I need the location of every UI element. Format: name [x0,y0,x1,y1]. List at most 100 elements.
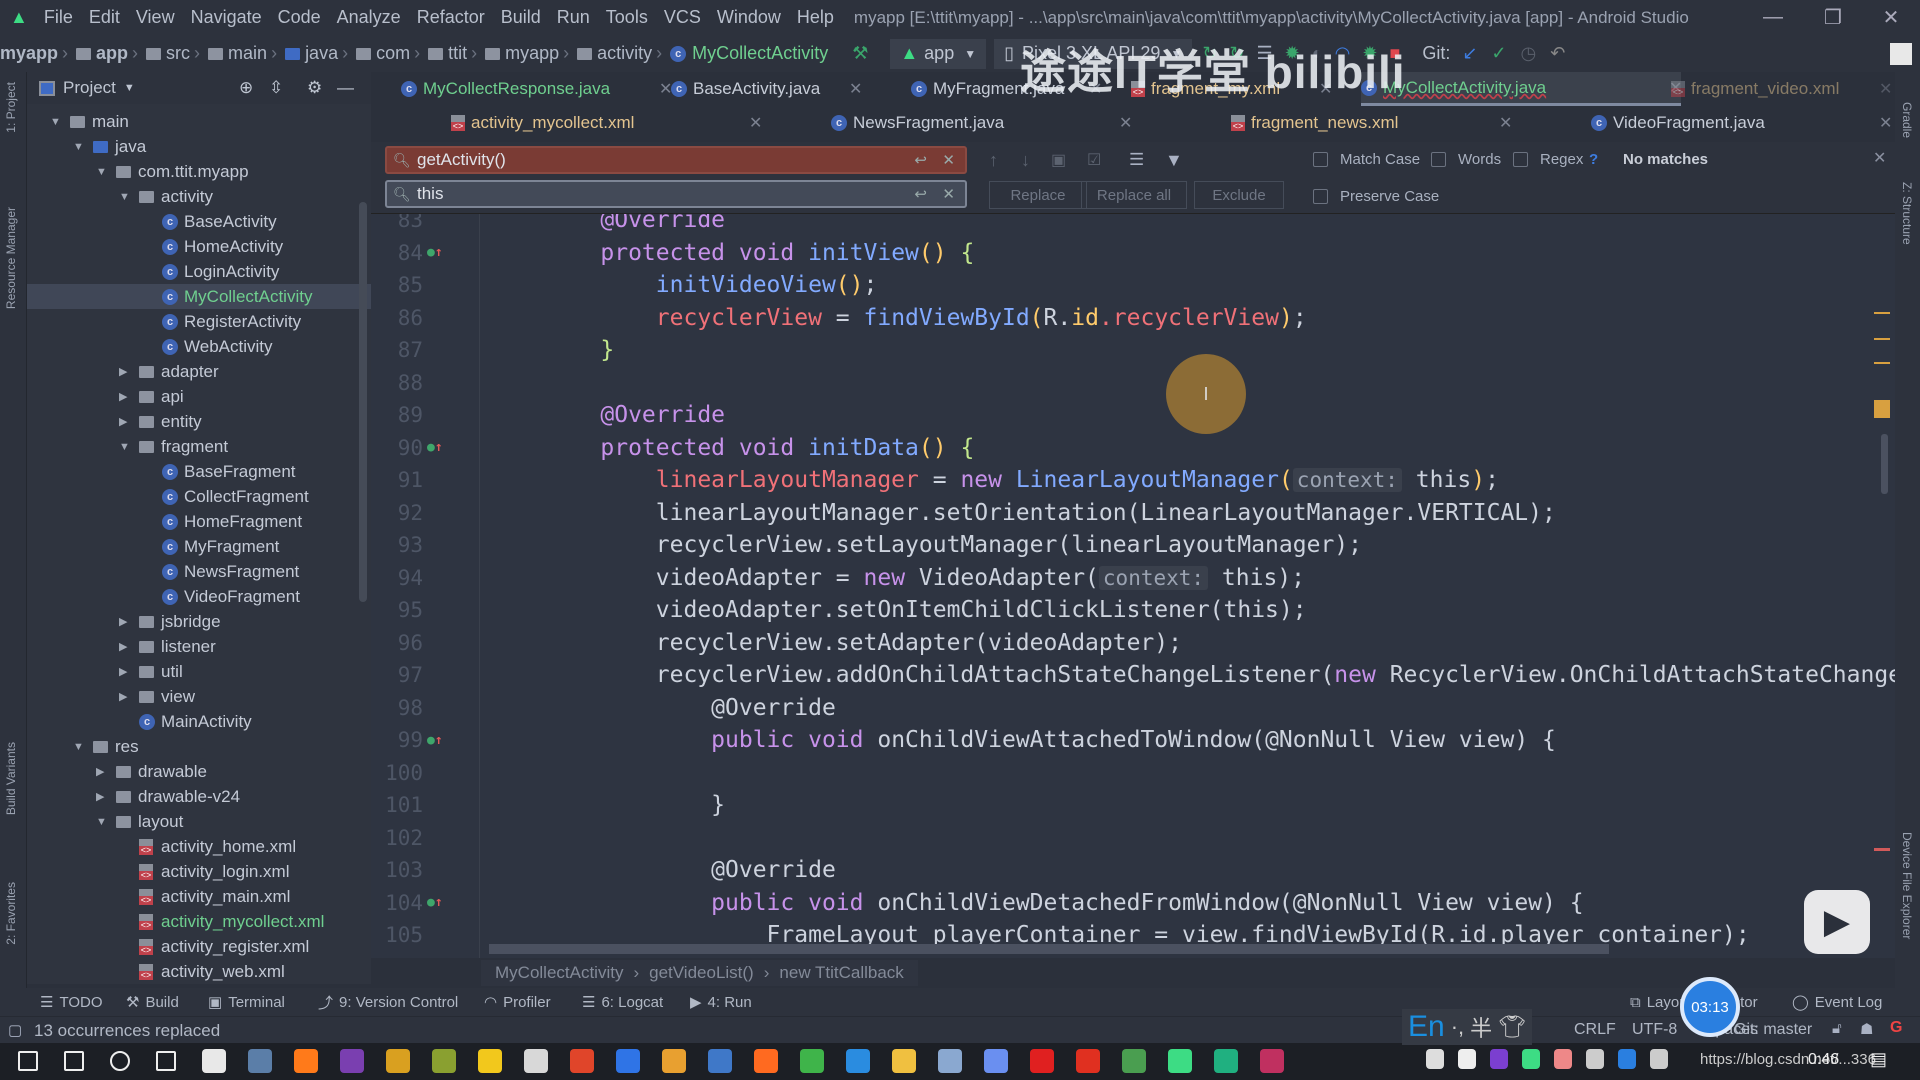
ime-punctuation[interactable]: ·, [1451,1014,1464,1040]
battery-icon[interactable] [1650,1049,1668,1069]
close-tab-icon[interactable]: ✕ [749,113,762,133]
onenote-icon[interactable] [340,1049,364,1073]
lambda-icon[interactable] [432,1049,456,1073]
structure-tool-tab[interactable]: Z: Structure [1900,182,1914,245]
menu-navigate[interactable]: Navigate [183,7,270,28]
app-blue-a-icon[interactable] [846,1049,870,1073]
app-lion-icon[interactable] [662,1049,686,1073]
tree-item[interactable]: <> activity_home.xml [27,834,371,859]
clock[interactable]: 0:46 [1808,1051,1839,1069]
breadcrumb-item[interactable]: activity › [577,43,666,64]
netease-music-icon[interactable] [1030,1049,1054,1073]
project-tool-tab[interactable]: 1: Project [4,82,18,133]
windows-start-icon[interactable] [18,1051,38,1071]
menu-analyze[interactable]: Analyze [329,7,409,28]
tree-item[interactable]: <> activity_mycollect.xml [27,909,371,934]
tree-item[interactable]: c MyFragment [27,534,371,559]
close-tab-icon[interactable]: ✕ [1119,113,1132,133]
collapsed-arrow-icon[interactable]: ▶ [119,615,127,628]
tree-item[interactable]: <> activity_register.xml [27,934,371,959]
menu-build[interactable]: Build [493,7,549,28]
in-selection-icon[interactable]: ☰ [1129,150,1144,170]
collapsed-arrow-icon[interactable]: ▶ [119,365,127,378]
expanded-arrow-icon[interactable]: ▼ [73,141,84,153]
tree-item[interactable]: c RegisterActivity [27,309,371,334]
new-line-icon[interactable]: ↩ [914,151,927,169]
breadcrumb-item[interactable]: myapp › [485,43,573,64]
tree-item[interactable]: <> activity_web.xml [27,959,371,984]
tree-item[interactable]: ▶ view [27,684,371,709]
app-orange-icon[interactable] [754,1049,778,1073]
preserve-case-checkbox[interactable]: Preserve Case [1313,188,1439,205]
tree-item[interactable]: ▼ fragment [27,434,371,459]
tree-item[interactable]: c HomeActivity [27,234,371,259]
app-doc-icon[interactable] [938,1049,962,1073]
run-tool-button[interactable]: ▶ 4: Run [690,993,752,1012]
git-branch[interactable]: Git: master [1734,1021,1812,1039]
notification-icon[interactable]: ▤ [1870,1049,1887,1070]
android-tray-icon[interactable] [1522,1049,1540,1069]
git-rollback-icon[interactable]: ↶ [1550,40,1565,68]
filter-search-results-icon[interactable]: ☑ [1087,150,1101,170]
xmind-icon[interactable] [524,1049,548,1073]
todo-tool-button[interactable]: ☰ TODO [40,993,103,1012]
clear-search-icon[interactable]: ✕ [942,151,955,169]
tree-item[interactable]: c NewsFragment [27,559,371,584]
code-editor[interactable]: 83 @Override 84 ●↑ protected void initView… [371,214,1895,958]
select-all-occurrences-icon[interactable]: ▣ [1051,150,1066,170]
tab-videofragment-java[interactable]: c VideoFragment.java ✕ [1591,106,1892,140]
gradle-tool-tab[interactable]: Gradle [1900,102,1914,138]
tree-item[interactable]: ▶ jsbridge [27,609,371,634]
tree-scrollbar[interactable] [359,202,367,602]
search-icon[interactable] [64,1051,84,1071]
tree-item[interactable]: c MainActivity [27,709,371,734]
intellij-tray-icon[interactable] [1490,1049,1508,1069]
hide-panel-icon[interactable]: — [337,78,354,98]
app-tray-icon[interactable] [1554,1049,1572,1069]
collapsed-arrow-icon[interactable]: ▶ [96,790,104,803]
build-variants-tool-tab[interactable]: Build Variants [4,742,18,815]
file-encoding[interactable]: UTF-8 [1632,1021,1677,1039]
chevron-down-icon[interactable]: ▼ [124,82,135,94]
override-gutter-icon[interactable]: ●↑ [427,245,443,260]
tab-mycollectactivity-java[interactable]: cMyCollectActivity.java✕ [1361,72,1682,106]
inspector-icon[interactable]: ☗ [1860,1020,1873,1038]
tree-item[interactable]: c BaseFragment [27,459,371,484]
tree-item[interactable]: c BaseActivity [27,209,371,234]
vertical-scrollbar[interactable] [1881,434,1888,494]
menu-window[interactable]: Window [709,7,789,28]
clock-tray-icon[interactable] [1618,1049,1636,1069]
collapsed-arrow-icon[interactable]: ▶ [119,390,127,403]
firefox-icon[interactable] [294,1049,318,1073]
profiler-tool-button[interactable]: ◠ Profiler [484,993,551,1012]
menu-help[interactable]: Help [789,7,842,28]
status-panel-icon[interactable]: ▢ [8,1021,22,1039]
tree-item[interactable]: c LoginActivity [27,259,371,284]
tree-item[interactable]: ▼ layout [27,809,371,834]
collapse-all-icon[interactable]: ⇳ [269,78,283,98]
task-view-icon[interactable] [156,1051,176,1071]
override-gutter-icon[interactable]: ●↑ [427,440,443,455]
breadcrumb-item[interactable]: src › [146,43,204,64]
close-tab-icon[interactable]: ✕ [1879,113,1892,133]
menu-vcs[interactable]: VCS [656,7,709,28]
git-history-icon[interactable]: ◷ [1521,40,1537,68]
terminal-tool-button[interactable]: ▣ Terminal [208,993,285,1012]
logcat-tool-button[interactable]: ☰ 6: Logcat [582,993,663,1012]
app-yellow-red-icon[interactable] [386,1049,410,1073]
replace-all-button[interactable]: Replace all [1081,181,1187,209]
resource-manager-tool-tab[interactable]: Resource Manager [4,207,18,309]
collapsed-arrow-icon[interactable]: ▶ [96,765,104,778]
breadcrumb-item[interactable]: main › [208,43,281,64]
override-gutter-icon[interactable]: ●↑ [427,895,443,910]
menu-edit[interactable]: Edit [81,7,128,28]
menu-tools[interactable]: Tools [598,7,656,28]
sticky-notes-icon[interactable] [478,1049,502,1073]
calculator-icon[interactable] [248,1049,272,1073]
file-explorer-icon[interactable] [892,1049,916,1073]
ime-skin-icon[interactable]: 👕︎ [1498,1014,1526,1040]
wechat-icon[interactable] [800,1049,824,1073]
maximize-button[interactable]: ❐ [1808,0,1858,35]
ime-language[interactable]: En [1408,1010,1445,1044]
search-field[interactable]: 🔍︎ getActivity() ↩ ✕ [385,146,967,174]
